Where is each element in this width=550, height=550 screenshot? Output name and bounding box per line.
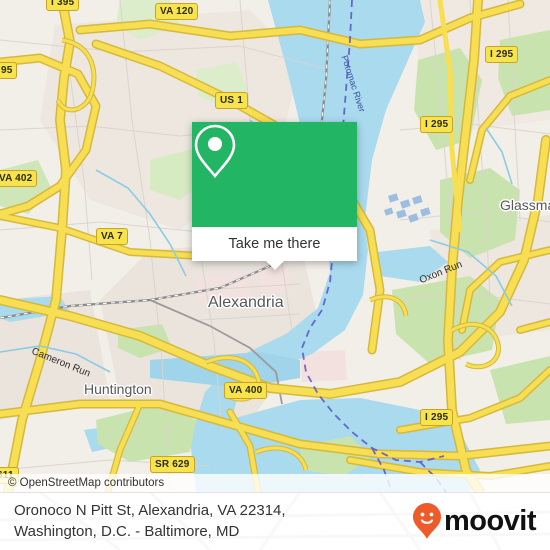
take-me-there-callout[interactable]: Take me there [192,122,357,270]
address-line-2: Washington, D.C. - Baltimore, MD [14,523,240,540]
road-shield: VA 402 [0,170,38,187]
address-block: Oronoco N Pitt St, Alexandria, VA 22314,… [14,500,286,542]
callout-icon-panel [192,122,357,227]
place-label: Glassmanor [500,197,550,213]
moovit-logo[interactable]: moovit [412,502,537,540]
road-shield: I 295 [420,409,454,426]
address-line-1: Oronoco N Pitt St, Alexandria, VA 22314, [14,502,286,519]
moovit-map-screenshot: I 395 VA 120 I 95 US 1 I 295 I 295 VA 402 VA 7 V… [0,0,550,550]
place-label: Huntington [84,381,152,397]
road-shield: I 295 [420,116,454,133]
road-shield: US 1 [215,92,249,109]
map-pin-icon [194,124,236,179]
road-shield: VA 7 [96,228,128,245]
callout-tail [265,261,284,270]
take-me-there-button[interactable]: Take me there [192,227,357,261]
road-shield: SR 629 [150,456,195,473]
moovit-pin-smiley-icon [412,503,441,539]
place-label: Alexandria [208,294,284,311]
map-canvas[interactable]: I 395 VA 120 I 95 US 1 I 295 I 295 VA 402 VA 7 V… [0,0,550,492]
road-shield: I 95 [0,62,18,79]
road-shield: VA 400 [224,382,268,399]
osm-attribution[interactable]: © OpenStreetMap contributors [0,474,550,492]
road-shield: I 395 [46,0,80,11]
road-shield: VA 120 [155,3,199,20]
footer-bar: Oronoco N Pitt St, Alexandria, VA 22314,… [0,492,550,550]
footer-divider [0,492,550,493]
moovit-wordmark: moovit [443,504,537,537]
road-shield: I 295 [485,46,519,63]
